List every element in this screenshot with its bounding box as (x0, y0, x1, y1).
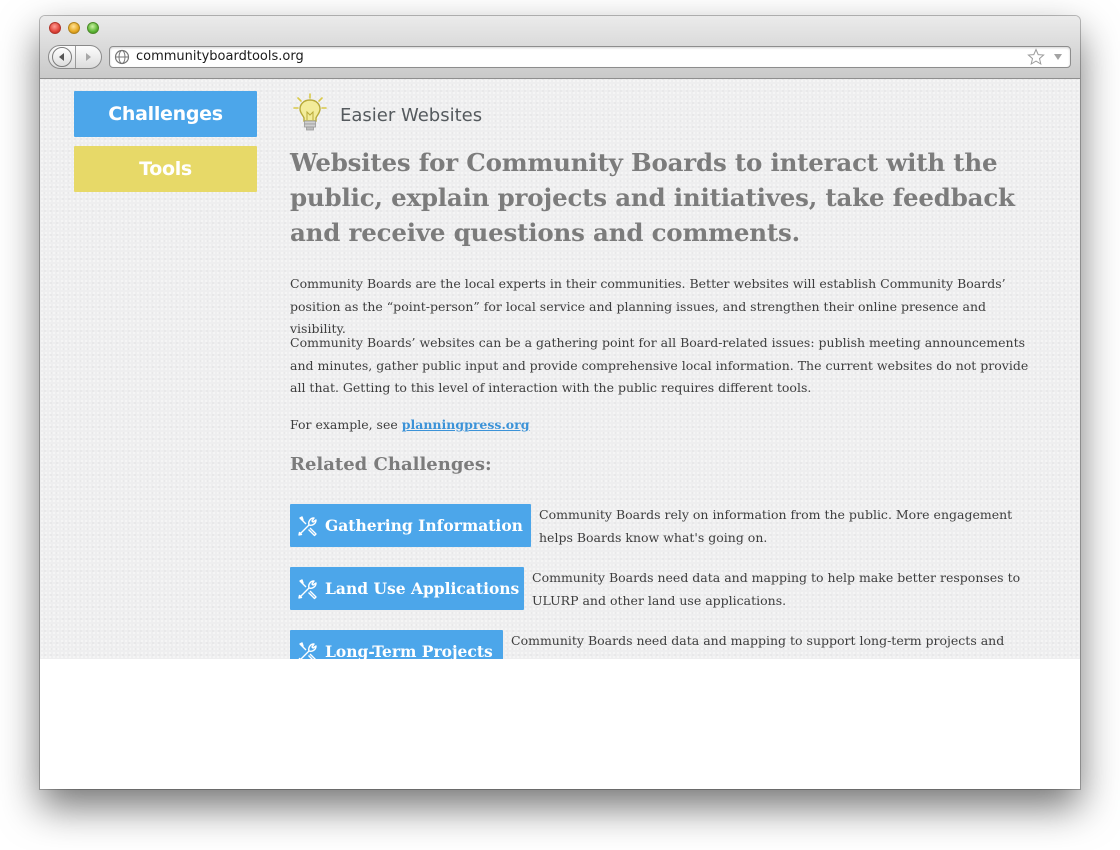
example-paragraph: For example, see planningpress.org (290, 414, 1040, 437)
back-arrow-icon (58, 53, 64, 61)
page-title: Websites for Community Boards to interac… (290, 148, 1015, 247)
challenge-button-long-term-projects[interactable]: Long-Term Projects (290, 630, 503, 659)
url-text: communityboardtools.org (136, 49, 304, 64)
intro-paragraph: Community Boards are the local experts i… (290, 276, 1006, 336)
challenge-description: Community Boards need data and mapping t… (532, 570, 1021, 608)
challenge-label: Land Use Applications (325, 579, 520, 598)
brand-label: Easier Websites (340, 105, 483, 126)
challenge-label: Gathering Information (325, 516, 523, 535)
chevron-down-icon[interactable] (1053, 53, 1063, 61)
zoom-icon[interactable] (87, 22, 99, 34)
forward-arrow-icon (86, 53, 92, 61)
nav-buttons (48, 45, 102, 69)
browser-window: communityboardtools.org Challenges Tools (40, 16, 1080, 789)
brand-header: Easier Websites (290, 93, 590, 133)
challenge-label: Long-Term Projects (325, 642, 493, 659)
page-blank-area (40, 659, 1080, 789)
related-challenges-heading: Related Challenges: (290, 454, 492, 475)
tools-icon (298, 578, 317, 599)
details-paragraph: Community Boards’ websites can be a gath… (290, 335, 1029, 395)
minimize-icon[interactable] (68, 22, 80, 34)
address-bar[interactable]: communityboardtools.org (109, 46, 1071, 68)
tools-nav-button[interactable]: Tools (74, 146, 257, 192)
tools-icon (298, 641, 317, 659)
example-prefix: For example, see (290, 417, 402, 432)
challenges-nav-button[interactable]: Challenges (74, 91, 257, 137)
tools-icon (298, 515, 317, 536)
challenge-button-land-use-applications[interactable]: Land Use Applications (290, 567, 524, 610)
challenge-description: Community Boards need data and mapping t… (511, 633, 1005, 659)
challenge-description: Community Boards rely on information fro… (539, 507, 1013, 545)
forward-button[interactable] (76, 46, 102, 68)
challenge-button-gathering-information[interactable]: Gathering Information (290, 504, 531, 547)
page-content: Challenges Tools Easier Websites Website… (40, 79, 1080, 659)
lightbulb-icon (293, 93, 327, 131)
back-button[interactable] (49, 46, 76, 68)
browser-toolbar: communityboardtools.org (40, 16, 1080, 79)
example-link[interactable]: planningpress.org (402, 417, 530, 432)
close-icon[interactable] (49, 22, 61, 34)
globe-icon (114, 49, 130, 65)
star-icon[interactable] (1027, 48, 1045, 66)
